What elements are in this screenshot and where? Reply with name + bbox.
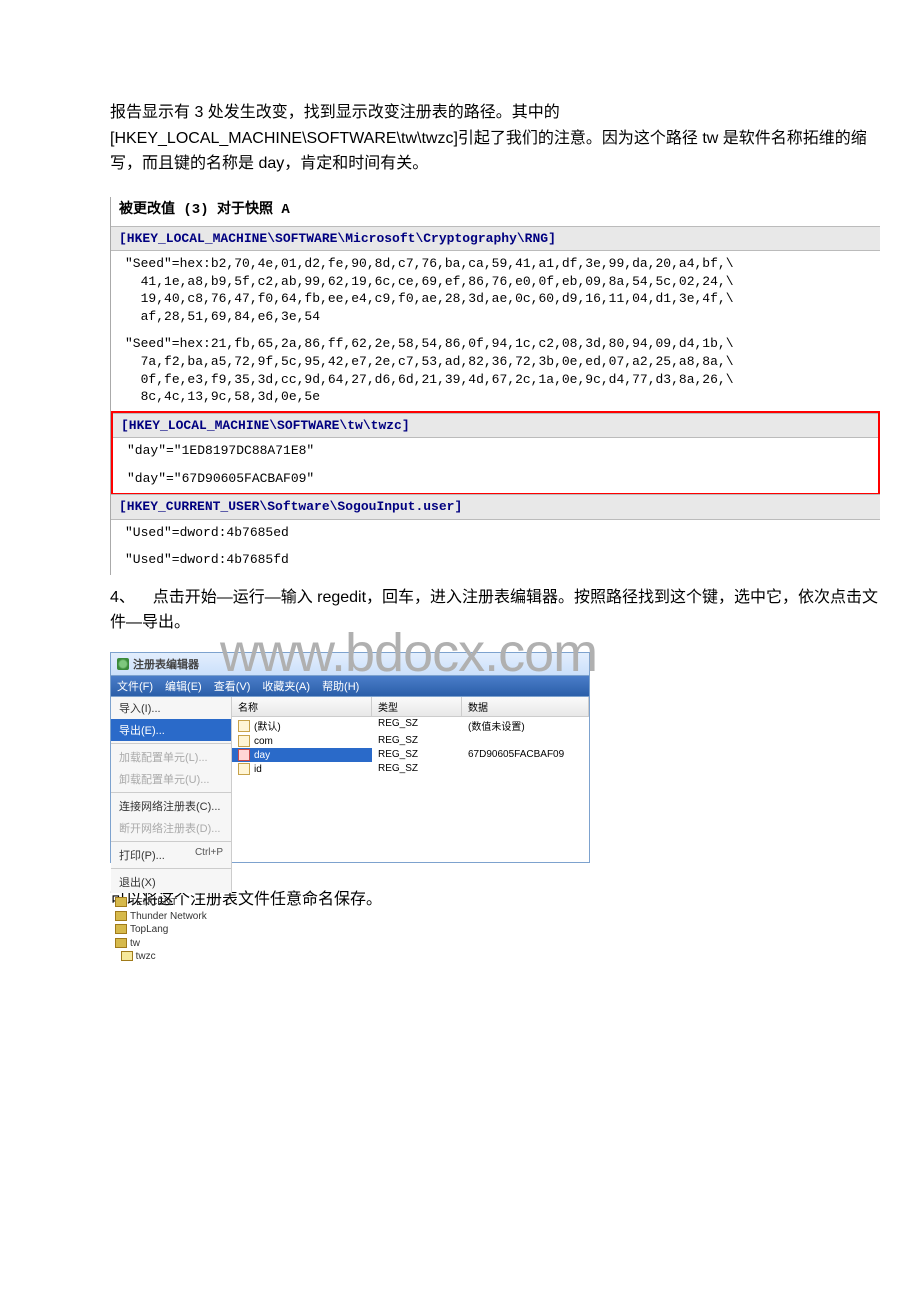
step-4: 4、 点击开始—运行—输入 regedit，回车，进入注册表编辑器。按照路径找到… [110,585,880,636]
string-icon [238,763,250,775]
col-data[interactable]: 数据 [462,697,589,716]
value-row-day[interactable]: day REG_SZ 67D90605FACBAF09 [232,748,589,762]
reg-val-seed-a: "Seed"=hex:b2,70,4e,01,d2,fe,90,8d,c7,76… [111,251,880,331]
reg-val-day-a: "day"="1ED8197DC88A71E8" [113,438,878,466]
menu-exit[interactable]: 退出(X) [111,871,231,893]
menu-fav[interactable]: 收藏夹(A) [262,678,310,694]
value-list-pane: 名称 类型 数据 (默认) REG_SZ (数值未设置) com REG_SZ … [232,697,589,862]
reg-val-seed-b: "Seed"=hex:21,fb,65,2a,86,ff,62,2e,58,54… [111,331,880,411]
string-icon [238,735,250,747]
registry-tree[interactable]: TENCENT Thunder Network TopLang tw twzc [111,893,232,967]
value-row-com[interactable]: com REG_SZ [232,734,589,748]
reg-key-rng: [HKEY_LOCAL_MACHINE\SOFTWARE\Microsoft\C… [111,226,880,252]
menu-edit[interactable]: 编辑(E) [165,678,202,694]
registry-report: 被更改值 (3) 对于快照 A [HKEY_LOCAL_MACHINE\SOFT… [110,197,880,575]
window-title-bar: 注册表编辑器 [110,652,590,675]
tree-toplang[interactable]: TopLang [130,924,168,935]
step-text: 点击开始—运行—输入 regedit，回车，进入注册表编辑器。按照路径找到这个键… [110,589,878,632]
highlight-box: [HKEY_LOCAL_MACHINE\SOFTWARE\tw\twzc] "d… [111,411,880,496]
tree-tencent[interactable]: TENCENT [130,897,177,908]
menu-connect-net[interactable]: 连接网络注册表(C)... [111,795,231,817]
menu-print[interactable]: 打印(P)... Ctrl+P [111,844,231,866]
app-icon [117,658,129,670]
report-heading: 被更改值 (3) 对于快照 A [111,197,880,226]
col-name[interactable]: 名称 [232,697,372,716]
menu-view[interactable]: 查看(V) [214,678,251,694]
string-icon [238,720,250,732]
tree-thunder[interactable]: Thunder Network [130,911,207,922]
regedit-screenshot: www.bdocx.com 注册表编辑器 文件(F) 编辑(E) 查看(V) 收… [110,652,590,863]
menu-help[interactable]: 帮助(H) [322,678,359,694]
menu-bar[interactable]: 文件(F) 编辑(E) 查看(V) 收藏夹(A) 帮助(H) [110,675,590,696]
reg-key-twzc: [HKEY_LOCAL_MACHINE\SOFTWARE\tw\twzc] [113,413,878,439]
intro-paragraph: 报告显示有 3 处发生改变，找到显示改变注册表的路径。其中的[HKEY_LOCA… [110,100,880,177]
reg-val-day-b: "day"="67D90605FACBAF09" [113,466,878,494]
value-row-default[interactable]: (默认) REG_SZ (数值未设置) [232,717,589,734]
menu-unload-hive: 卸载配置单元(U)... [111,768,231,790]
reg-val-used-a: "Used"=dword:4b7685ed [111,520,880,548]
tree-tw[interactable]: tw [130,938,140,949]
print-shortcut: Ctrl+P [195,847,223,858]
window-title: 注册表编辑器 [133,656,199,672]
menu-load-hive: 加载配置单元(L)... [111,746,231,768]
file-menu-dropdown: 导入(I)... 导出(E)... 加载配置单元(L)... 卸载配置单元(U)… [111,697,232,893]
menu-disconnect-net: 断开网络注册表(D)... [111,817,231,839]
reg-key-sogou: [HKEY_CURRENT_USER\Software\SogouInput.u… [111,494,880,520]
step-number: 4、 [110,589,135,606]
tree-twzc[interactable]: twzc [136,951,156,962]
menu-export[interactable]: 导出(E)... [111,719,231,741]
value-row-id[interactable]: id REG_SZ [232,762,589,776]
menu-import[interactable]: 导入(I)... [111,697,231,719]
col-type[interactable]: 类型 [372,697,462,716]
string-icon [238,749,250,761]
menu-file[interactable]: 文件(F) [117,678,153,694]
reg-val-used-b: "Used"=dword:4b7685fd [111,547,880,575]
